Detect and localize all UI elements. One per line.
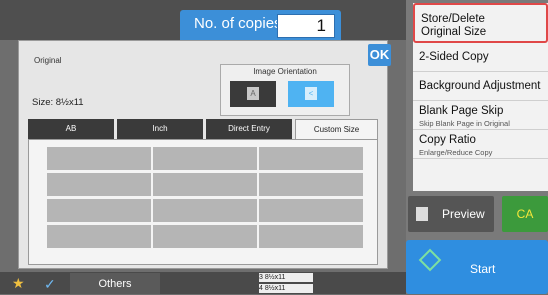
tab-direct-entry[interactable]: Direct Entry xyxy=(206,119,292,139)
copies-label: No. of copies xyxy=(194,15,282,32)
preview-label: Preview xyxy=(442,207,485,221)
star-icon[interactable]: ★ xyxy=(12,275,25,292)
custom-size-slot[interactable] xyxy=(259,199,363,222)
current-size-label: Size: 8½x11 xyxy=(32,97,84,108)
bottom-bar xyxy=(0,272,406,294)
custom-size-slot[interactable] xyxy=(47,147,151,170)
clear-all-button[interactable]: CA xyxy=(502,196,548,232)
others-button[interactable]: Others xyxy=(70,273,160,294)
tab-custom-size[interactable]: Custom Size xyxy=(295,119,378,139)
tray-status-3: 3 8½x11 xyxy=(259,273,313,282)
orientation-portrait-button[interactable]: A xyxy=(230,81,276,107)
menu-item-title: Background Adjustment xyxy=(419,80,541,92)
ok-button[interactable]: OK xyxy=(368,44,391,66)
checkmark-icon[interactable]: ✓ xyxy=(44,276,56,293)
menu-item-subtitle: Enlarge/Reduce Copy xyxy=(419,148,493,157)
custom-size-slot[interactable] xyxy=(153,199,257,222)
start-icon xyxy=(418,248,442,272)
custom-size-slot[interactable] xyxy=(259,147,363,170)
copies-input[interactable]: 1 xyxy=(277,14,335,38)
start-button[interactable]: Start xyxy=(406,240,548,294)
menu-item-blank-page-skip[interactable]: Blank Page Skip Skip Blank Page in Origi… xyxy=(413,101,548,130)
preview-button[interactable]: Preview xyxy=(408,196,494,232)
tab-ab[interactable]: AB xyxy=(28,119,114,139)
start-label: Start xyxy=(470,262,496,276)
menu-item-title: Store/Delete Original Size xyxy=(421,13,487,38)
dialog-title: Original xyxy=(34,56,62,65)
menu-item-2-sided-copy[interactable]: 2-Sided Copy xyxy=(413,43,548,72)
preview-icon xyxy=(416,207,428,221)
menu-item-background-adjustment[interactable]: Background Adjustment xyxy=(413,72,548,101)
menu-item-store-delete-original-size[interactable]: Store/Delete Original Size xyxy=(413,3,548,43)
tray-status-4: 4 8½x11 xyxy=(259,284,313,293)
portrait-a-icon: A xyxy=(247,87,259,100)
custom-size-slot[interactable] xyxy=(47,173,151,196)
orientation-landscape-button[interactable]: < xyxy=(288,81,334,107)
menu-item-title: Blank Page Skip xyxy=(419,105,504,117)
orientation-label: Image Orientation xyxy=(253,67,317,76)
custom-size-slot[interactable] xyxy=(153,173,257,196)
custom-size-slot[interactable] xyxy=(259,225,363,248)
custom-size-slot[interactable] xyxy=(153,225,257,248)
custom-size-slot[interactable] xyxy=(47,225,151,248)
menu-item-title: 2-Sided Copy xyxy=(419,51,489,63)
function-menu: Store/Delete Original Size 2-Sided Copy … xyxy=(413,3,548,191)
custom-size-slot[interactable] xyxy=(153,147,257,170)
menu-item-copy-ratio[interactable]: Copy Ratio Enlarge/Reduce Copy xyxy=(413,130,548,159)
landscape-a-icon: < xyxy=(305,87,317,100)
custom-size-slot[interactable] xyxy=(47,199,151,222)
custom-size-slot[interactable] xyxy=(259,173,363,196)
menu-item-title: Copy Ratio xyxy=(419,134,476,146)
menu-item-subtitle: Skip Blank Page in Original xyxy=(419,119,510,128)
tab-inch[interactable]: Inch xyxy=(117,119,203,139)
